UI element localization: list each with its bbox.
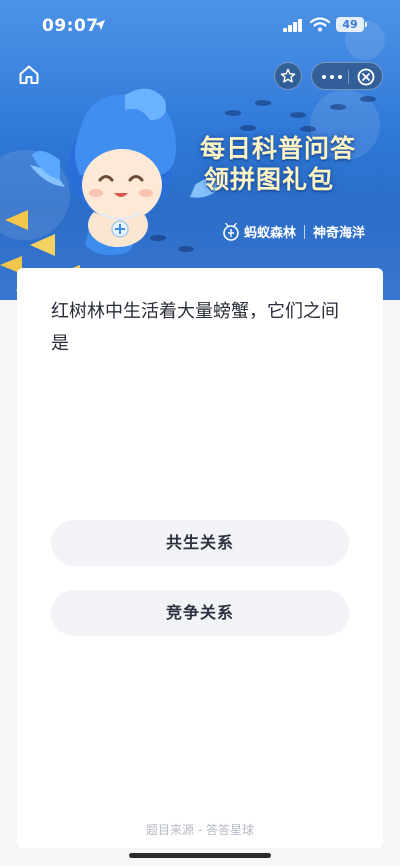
wifi-icon [310,17,330,32]
battery-tip [365,22,367,27]
battery-icon: 49 [336,17,364,32]
capsule-divider [348,70,349,84]
ant-forest-logo-icon [223,222,239,241]
question-text: 红树林中生活着大量螃蟹，它们之间是 [51,301,339,354]
status-time: 09:07 [42,16,99,36]
brand-row: 蚂蚁森林 神奇海洋 [222,222,365,241]
fish-decoration [225,110,241,116]
answer-option-competition[interactable]: 竞争关系 [51,590,349,636]
location-arrow-icon [95,20,105,30]
fish-decoration [300,126,316,132]
fish-decoration [290,112,306,118]
cellular-signal-icon [283,19,303,32]
banner-title-line1: 每日科普问答 [200,134,357,163]
battery-level: 49 [342,18,358,31]
quiz-card: 红树林中生活着大量螃蟹，它们之间是 共生关系 竞争关系 题目来源 - 答答星球 [17,268,383,848]
fish-decoration [360,96,376,102]
header-banner: 每日科普问答 领拼图礼包 蚂蚁森林 神奇海洋 09:07 49 [0,0,400,300]
fish-decoration [240,125,256,131]
answer-option-symbiosis[interactable]: 共生关系 [51,520,349,566]
banner-title: 每日科普问答 领拼图礼包 [200,133,380,195]
more-options-icon[interactable] [322,75,342,79]
close-icon[interactable] [357,68,375,86]
mascot-illustration [30,75,220,265]
brand-magic-ocean: 神奇海洋 [313,226,366,241]
star-icon [280,68,296,83]
favorite-button[interactable] [274,62,302,90]
status-bar: 09:07 49 [0,0,400,50]
brand-divider [304,224,306,239]
miniapp-capsule [311,62,383,90]
fish-decoration [255,100,271,106]
banner-title-line2: 领拼图礼包 [204,165,335,194]
question-source: 题目来源 - 答答星球 [146,823,254,837]
home-indicator [129,853,271,858]
home-icon[interactable] [17,63,41,87]
brand-ant-forest: 蚂蚁森林 [244,226,297,241]
fish-decoration [330,104,346,110]
